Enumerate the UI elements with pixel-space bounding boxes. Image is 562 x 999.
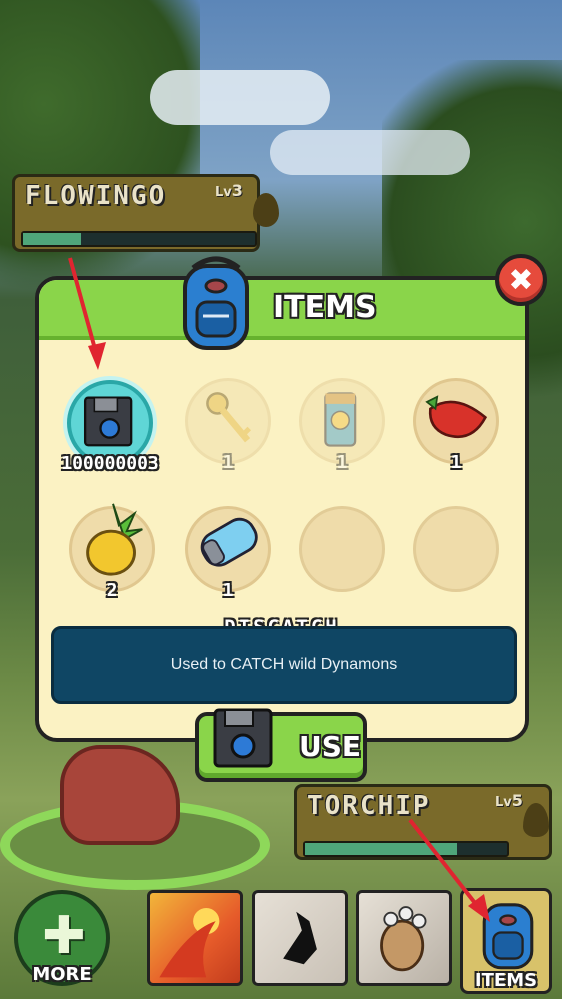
item-quantity: 1 [222, 580, 234, 601]
item-quantity: 2 [106, 580, 118, 601]
player-hp-bar [21, 231, 257, 247]
golden-fruit-icon [86, 503, 143, 576]
item-slot-strawberry[interactable]: 1 [413, 378, 499, 473]
enemy-hp-bar [303, 841, 509, 857]
player-creature-sprite [60, 745, 180, 845]
item-slot-capsule[interactable]: 1 [185, 506, 271, 601]
more-label: MORE [32, 964, 92, 985]
item-slot-empty[interactable] [299, 506, 385, 592]
item-slot-discatch[interactable]: 100000003 [61, 380, 159, 474]
use-button[interactable]: USE [195, 708, 367, 782]
item-description-box: Used to CATCH wild Dynamons [51, 626, 517, 704]
disk-icon [213, 708, 273, 768]
enemy-level: Lv5 [495, 791, 523, 810]
items-tab-label: ITEMS [474, 970, 538, 991]
player-hp-fill [23, 233, 81, 245]
item-quantity: 1 [450, 452, 462, 473]
enemy-hp-fill [305, 843, 457, 855]
player-pokemon-name: FLOWINGO [25, 181, 167, 211]
key-icon [206, 392, 252, 443]
item-description-text: Used to CATCH wild Dynamons [170, 656, 398, 673]
more-button[interactable]: ✚ MORE [14, 890, 110, 986]
tree-left [0, 0, 200, 320]
close-button[interactable]: ✖ [495, 254, 547, 306]
fire-skill-icon [159, 908, 220, 978]
disk-icon [83, 396, 133, 447]
skill-claw-button[interactable] [356, 890, 452, 986]
item-quantity: 1 [222, 452, 234, 473]
capsule-icon [200, 517, 258, 567]
plus-icon: ✚ [42, 906, 86, 966]
item-slot-empty[interactable] [413, 506, 499, 592]
item-slot-plus-one-bar[interactable]: 1 [299, 378, 385, 473]
candy-bar-icon [324, 392, 357, 447]
items-modal: ITEMS ✖ 100000003 1 1 1 2 1 Used to CATC… [35, 254, 547, 742]
item-slot-key[interactable]: 1 [185, 378, 271, 473]
item-slot-golden-fruit[interactable]: 2 [69, 503, 155, 601]
flame-icon [523, 803, 549, 837]
skill-fire-button[interactable] [147, 890, 243, 986]
player-name-plate: FLOWINGO Lv3 [12, 174, 279, 252]
enemy-pokemon-name: TORCHIP [307, 791, 431, 821]
enemy-name-plate: TORCHIP Lv5 [294, 784, 552, 860]
modal-title: ITEMS [273, 290, 377, 325]
use-label: USE [299, 730, 362, 763]
backpack-icon [183, 256, 249, 350]
cloud [150, 70, 330, 125]
claw-skill-icon [380, 906, 427, 972]
backpack-icon [482, 903, 534, 970]
leaf-icon [253, 193, 279, 227]
item-quantity: 1 [336, 452, 348, 473]
strawberry-icon [425, 395, 488, 439]
skill-kick-button[interactable] [252, 890, 348, 986]
kick-skill-icon [283, 911, 317, 965]
items-tab-button[interactable]: ITEMS [460, 888, 552, 994]
cloud [270, 130, 470, 175]
item-quantity: 100000003 [61, 453, 159, 474]
close-icon: ✖ [508, 262, 534, 298]
player-level: Lv3 [215, 181, 243, 200]
